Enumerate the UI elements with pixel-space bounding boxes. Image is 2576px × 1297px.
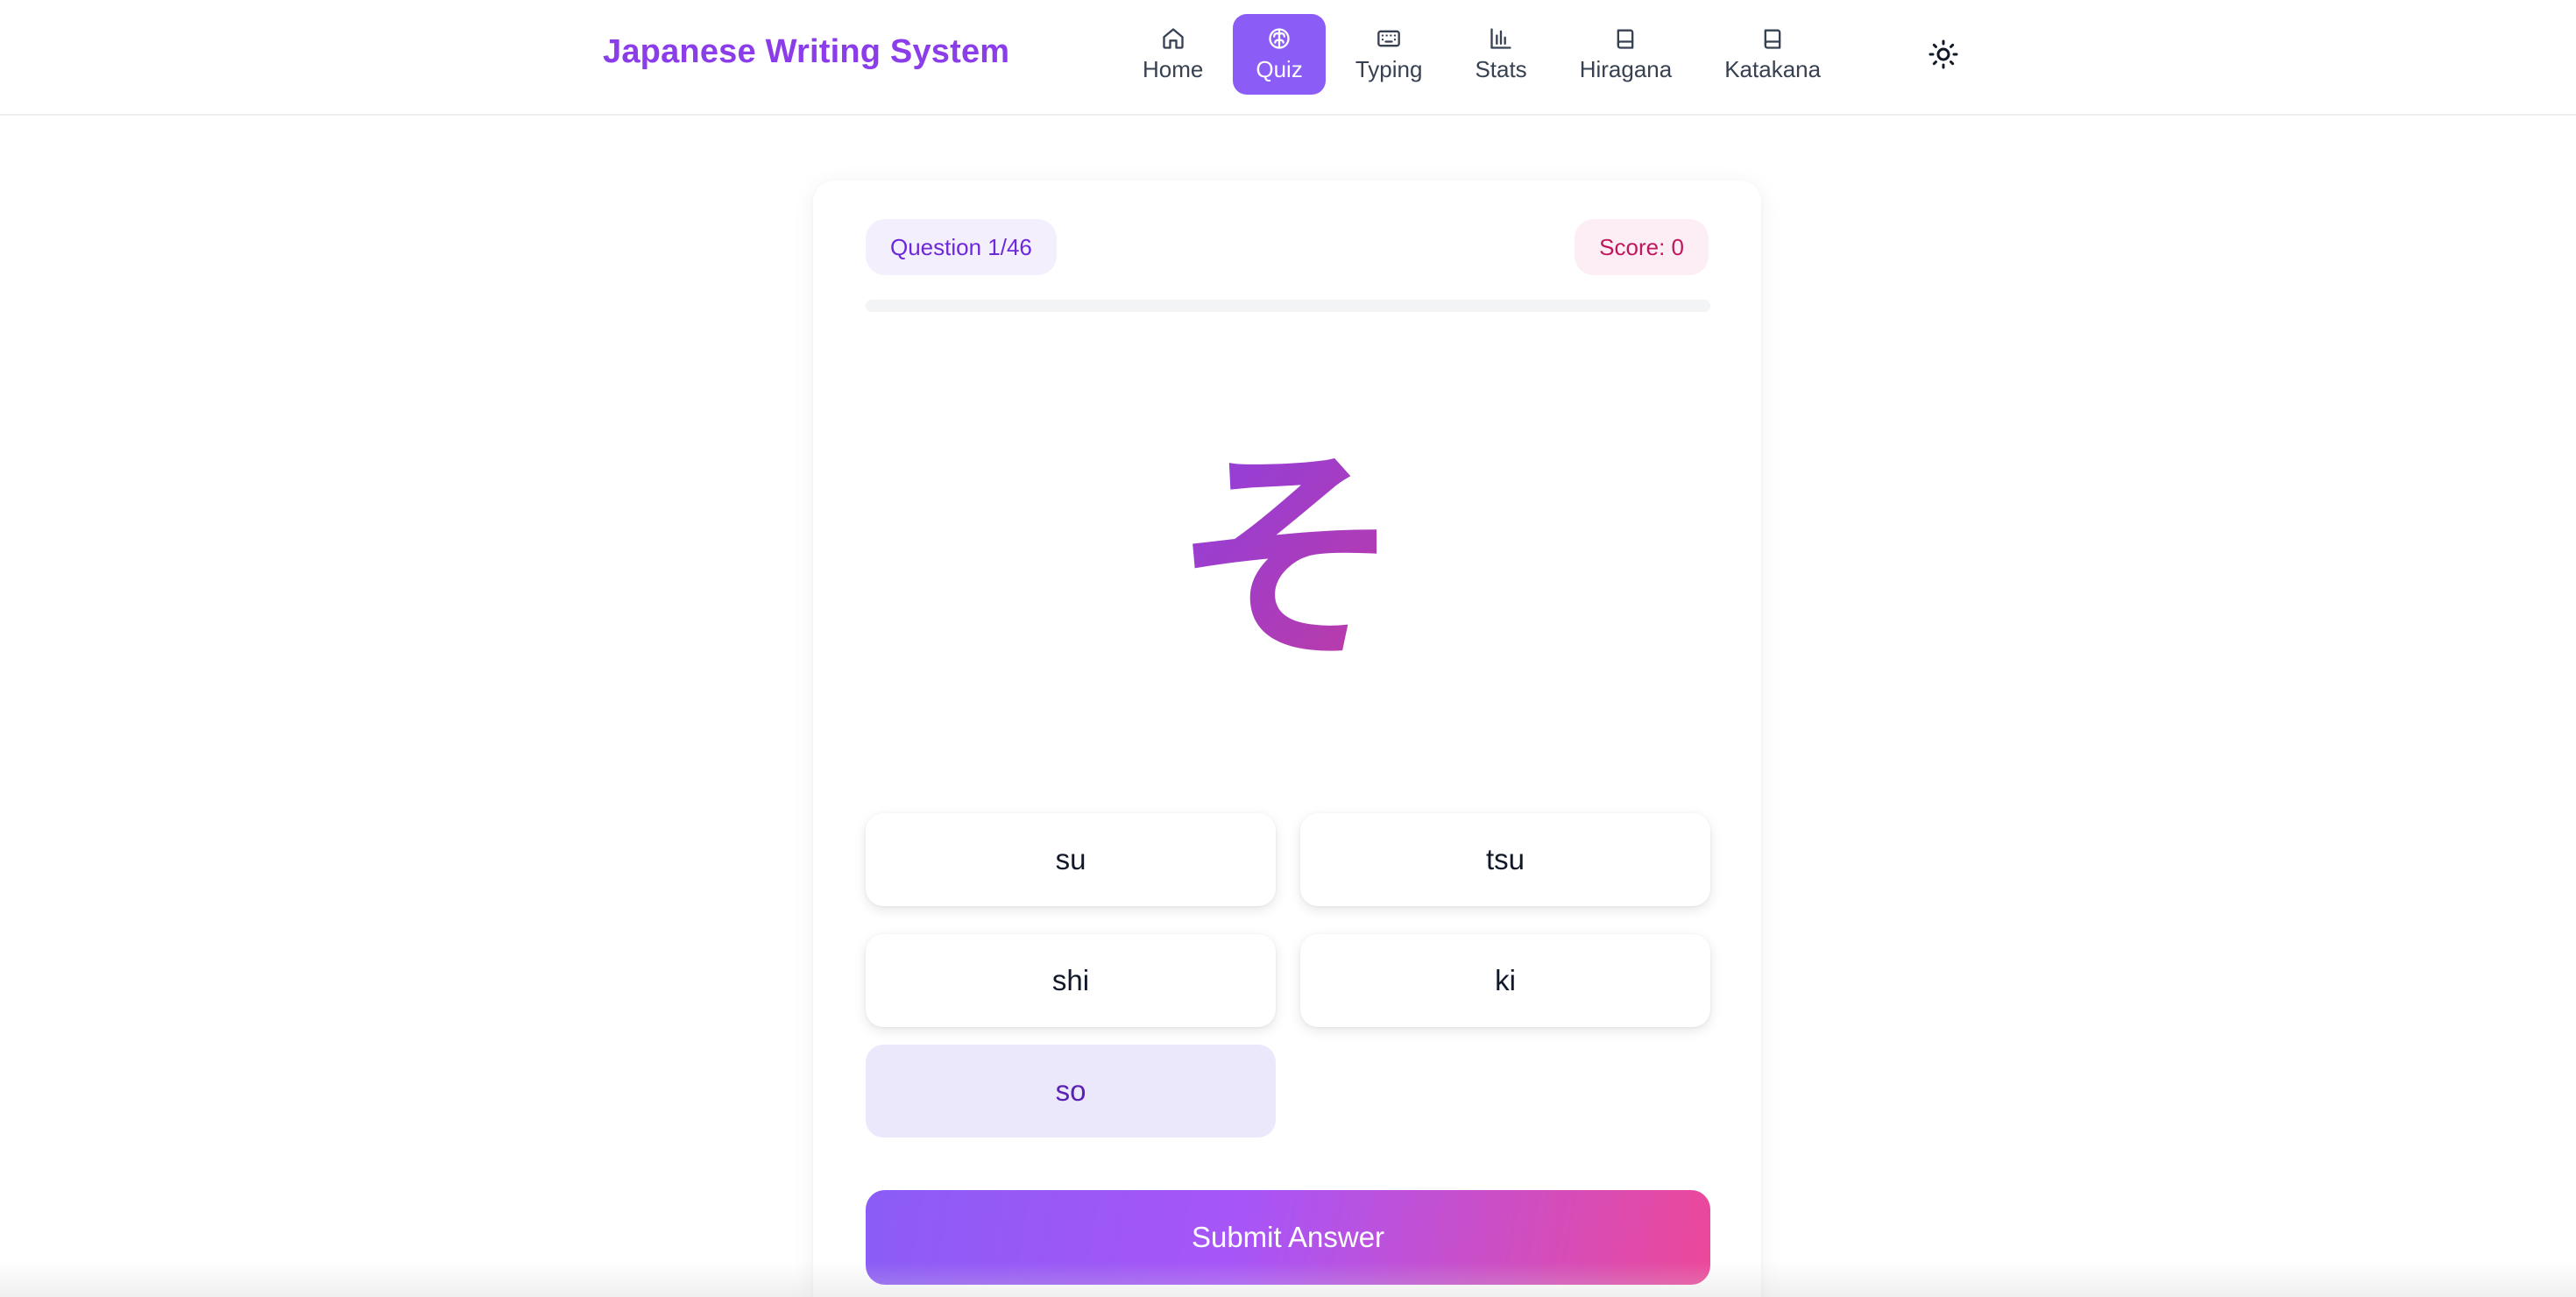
kana-display: そ (813, 356, 1761, 724)
main-nav: Home Quiz Typing Stats Hiragana Katakana (1120, 14, 1844, 95)
nav-katakana[interactable]: Katakana (1702, 14, 1844, 95)
nav-quiz-label: Quiz (1256, 55, 1303, 82)
kana-glyph: そ (1173, 427, 1401, 691)
score-badge: Score: 0 (1575, 219, 1709, 275)
bar-chart-icon (1489, 26, 1513, 51)
answer-option-ki[interactable]: ki (1300, 934, 1710, 1027)
book-icon (1760, 26, 1785, 51)
sun-icon (1928, 39, 1959, 74)
nav-typing-label: Typing (1355, 55, 1423, 82)
nav-quiz[interactable]: Quiz (1233, 14, 1326, 95)
nav-home-label: Home (1143, 55, 1204, 82)
nav-hiragana[interactable]: Hiragana (1557, 14, 1695, 95)
nav-stats[interactable]: Stats (1452, 14, 1549, 95)
app-title[interactable]: Japanese Writing System (603, 33, 1009, 71)
nav-typing[interactable]: Typing (1333, 14, 1446, 95)
brain-icon (1267, 26, 1292, 51)
home-icon (1161, 26, 1185, 51)
nav-home[interactable]: Home (1120, 14, 1226, 95)
kana-character: そ (1173, 427, 1401, 691)
answer-option-shi[interactable]: shi (866, 934, 1276, 1027)
answer-option-su[interactable]: su (866, 813, 1276, 906)
quiz-card: Question 1/46 Score: 0 そ su tsu shi ki s… (813, 181, 1761, 1297)
keyboard-icon (1376, 26, 1401, 51)
nav-stats-label: Stats (1475, 55, 1527, 82)
answer-option-tsu[interactable]: tsu (1300, 813, 1710, 906)
answer-option-so[interactable]: so (866, 1045, 1276, 1138)
top-header: Japanese Writing System Home Quiz Typing… (0, 0, 2576, 116)
book-icon (1613, 26, 1638, 51)
question-counter: Question 1/46 (866, 219, 1057, 275)
submit-answer-button[interactable]: Submit Answer (866, 1190, 1710, 1285)
nav-katakana-label: Katakana (1724, 55, 1822, 82)
quiz-progress-bar (866, 300, 1710, 312)
theme-toggle-button[interactable] (1924, 37, 1963, 75)
nav-hiragana-label: Hiragana (1579, 55, 1673, 82)
